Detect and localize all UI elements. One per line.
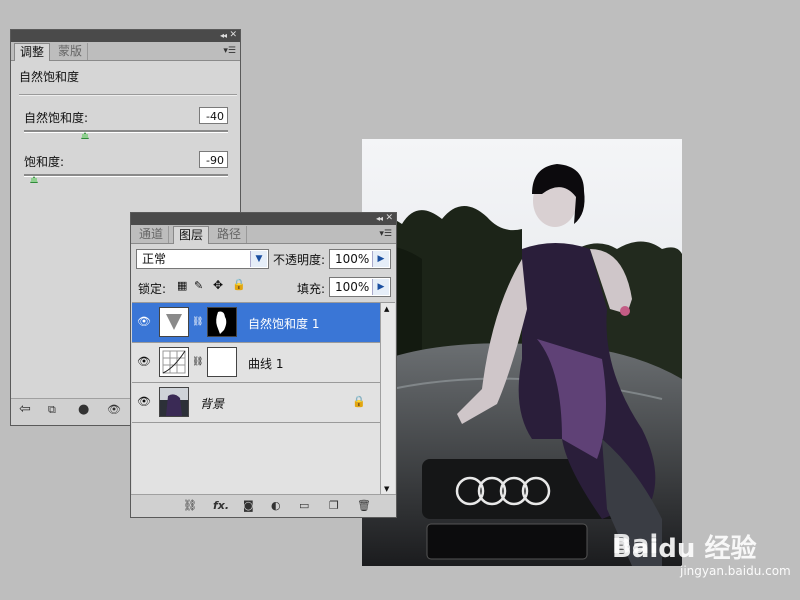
lock-position-icon[interactable]: ✥	[213, 278, 223, 292]
divider	[19, 94, 237, 96]
lock-label: 锁定:	[138, 282, 167, 296]
layer-row-background[interactable]: 👁 背景 🔒	[132, 383, 381, 423]
close-icon[interactable]: ✕	[229, 30, 237, 41]
blend-mode-select[interactable]: 正常 ▼	[136, 249, 269, 269]
scroll-down-icon[interactable]: ▼	[384, 485, 389, 493]
back-arrow-icon[interactable]: ⇦	[19, 401, 31, 417]
opacity-value: 100%	[335, 252, 370, 266]
photo-image: Bai	[362, 139, 682, 566]
layers-panel: ◂◂ ✕ 通道 图层 路径 ▾☰ 正常 ▼ 不透明度: 100% ▶ 锁定: ▦…	[130, 212, 397, 518]
adjustment-icon[interactable]: ◐	[271, 499, 281, 512]
eye-icon[interactable]: 👁	[107, 403, 121, 416]
link-icon[interactable]: ⛓	[183, 499, 197, 512]
link-icon[interactable]: ⛓	[192, 317, 203, 327]
fill-value: 100%	[335, 280, 370, 294]
saturation-input[interactable]: -90	[199, 151, 228, 168]
eye-icon[interactable]: 👁	[136, 395, 152, 408]
saturation-slider-track[interactable]	[24, 174, 228, 177]
vibrance-slider-thumb[interactable]	[81, 132, 90, 139]
collapse-icon[interactable]: ◂◂	[376, 214, 383, 224]
layer-row-curves[interactable]: 👁 ⛓ 曲线 1	[132, 343, 381, 383]
watermark-url: jingyan.baidu.com	[680, 564, 791, 578]
layer-row-vibrance[interactable]: 👁 ⛓ 自然饱和度 1	[132, 303, 381, 343]
mask-icon[interactable]: ◙	[243, 499, 254, 512]
tab-paths[interactable]: 路径	[212, 226, 248, 243]
adjustment-heading: 自然饱和度	[19, 70, 80, 84]
fx-icon[interactable]: fx.	[213, 499, 229, 512]
opacity-label: 不透明度:	[273, 253, 326, 267]
saturation-slider-thumb[interactable]	[30, 176, 39, 183]
panel-titlebar[interactable]: ◂◂ ✕	[11, 30, 240, 42]
layer-name[interactable]: 曲线 1	[248, 355, 283, 372]
panel-menu-icon[interactable]: ▾☰	[223, 46, 236, 56]
saturation-label: 饱和度:	[24, 155, 65, 169]
close-icon[interactable]: ✕	[385, 213, 393, 224]
tab-channels[interactable]: 通道	[134, 226, 170, 243]
eye-icon[interactable]: 👁	[136, 355, 152, 368]
collapse-icon[interactable]: ◂◂	[220, 31, 227, 41]
lock-icon: 🔒	[352, 395, 366, 408]
vibrance-adjustment-icon	[159, 307, 189, 337]
layer-name[interactable]: 背景	[200, 395, 224, 412]
layer-name[interactable]: 自然饱和度 1	[248, 315, 319, 332]
panel-tab-row: 通道 图层 路径 ▾☰	[131, 225, 396, 244]
scroll-up-icon[interactable]: ▲	[384, 305, 389, 313]
panel-menu-icon[interactable]: ▾☰	[379, 229, 392, 239]
tab-adjustments[interactable]: 调整	[14, 43, 51, 61]
background-thumbnail	[159, 387, 189, 417]
chevron-down-icon[interactable]: ▼	[250, 251, 267, 267]
visibility-toggle-icon[interactable]: ●	[78, 402, 89, 417]
fill-input[interactable]: 100% ▶	[329, 277, 391, 297]
vibrance-input[interactable]: -40	[199, 107, 228, 124]
curves-adjustment-icon	[159, 347, 189, 377]
link-icon[interactable]: ⛓	[192, 357, 203, 367]
tab-layers[interactable]: 图层	[173, 226, 210, 244]
layer-mask-thumbnail[interactable]	[207, 347, 237, 377]
lock-image-icon[interactable]: ✎	[194, 279, 203, 292]
lock-all-icon[interactable]: 🔒	[232, 278, 246, 291]
opacity-input[interactable]: 100% ▶	[329, 249, 391, 269]
new-layer-icon[interactable]: ❐	[329, 499, 339, 512]
eye-icon[interactable]: 👁	[136, 315, 152, 328]
vibrance-slider-track[interactable]	[24, 130, 228, 133]
panel-titlebar[interactable]: ◂◂ ✕	[131, 213, 396, 225]
chevron-right-icon[interactable]: ▶	[372, 251, 389, 267]
chevron-right-icon[interactable]: ▶	[372, 279, 389, 295]
layers-bottom-bar: ⛓ fx. ◙ ◐ ▭ ❐ 🗑	[131, 494, 396, 517]
tab-masks[interactable]: 蒙版	[53, 43, 89, 60]
lock-transparent-icon[interactable]: ▦	[177, 279, 187, 292]
trash-icon[interactable]: 🗑	[357, 499, 371, 512]
vibrance-label: 自然饱和度:	[24, 111, 89, 125]
folder-icon[interactable]: ▭	[299, 499, 309, 512]
blend-mode-value: 正常	[142, 252, 167, 266]
panel-tab-row: 调整 蒙版 ▾☰	[11, 42, 240, 61]
layers-list: 👁 ⛓ 自然饱和度 1 👁 ⛓ 曲线 1 👁 背景 🔒 ▲ ▼	[132, 302, 395, 495]
fill-label: 填充:	[297, 282, 326, 296]
watermark-text: Baidu 经验	[612, 534, 757, 564]
layers-scrollbar[interactable]: ▲ ▼	[380, 303, 395, 495]
clip-to-layer-icon[interactable]: ⧉	[48, 403, 56, 417]
layer-mask-thumbnail[interactable]	[207, 307, 237, 337]
photo-canvas: Bai	[362, 139, 682, 566]
